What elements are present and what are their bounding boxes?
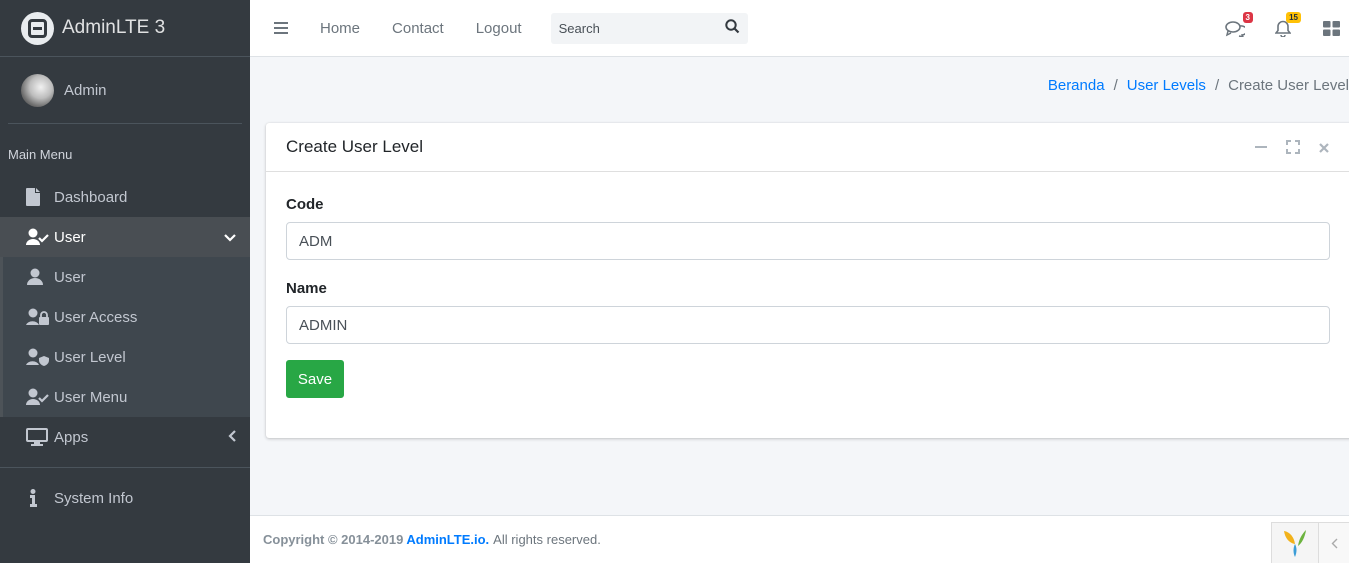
minimize-icon[interactable] <box>1254 140 1268 158</box>
expand-icon[interactable] <box>1286 140 1300 158</box>
navbar-right: 3 15 <box>1223 0 1349 57</box>
sidebar-item-user[interactable]: User <box>0 217 250 257</box>
sidebar-item-label: Apps <box>54 428 89 446</box>
adminlte-logo-icon <box>21 11 54 45</box>
search-icon[interactable] <box>724 18 740 38</box>
name-field[interactable]: ADMIN <box>286 306 1330 344</box>
create-user-level-card: Create User Level Code ADM Name ADMIN Sa… <box>266 123 1349 438</box>
yii-debug-icon[interactable] <box>1271 522 1319 563</box>
card-title: Create User Level <box>286 137 424 156</box>
footer-link[interactable]: AdminLTE.io. <box>406 532 489 547</box>
messages-badge: 3 <box>1242 11 1253 23</box>
chevron-left-icon[interactable] <box>1319 522 1349 563</box>
nav-link-contact[interactable]: Contact <box>392 20 444 37</box>
user-check-icon <box>26 387 50 407</box>
sidebar-item-label: User <box>54 228 86 246</box>
breadcrumb: Beranda / User Levels / Create User Leve… <box>1048 77 1349 94</box>
name-label: Name <box>286 280 327 297</box>
user-name[interactable]: Admin <box>64 82 107 99</box>
desktop-icon <box>26 427 50 447</box>
sidebar-item-system-info[interactable]: System Info <box>0 478 250 518</box>
breadcrumb-separator: / <box>1113 77 1118 94</box>
breadcrumb-item-user-levels[interactable]: User Levels <box>1127 77 1206 94</box>
breadcrumb-current: Create User Level <box>1228 77 1349 94</box>
code-field[interactable]: ADM <box>286 222 1330 260</box>
sidebar-item-label: Dashboard <box>54 188 128 206</box>
avatar <box>21 73 54 107</box>
user-panel[interactable]: Admin <box>8 57 242 124</box>
sidebar-subitem-user-menu[interactable]: User Menu <box>3 377 250 417</box>
chevron-left-icon <box>228 429 236 446</box>
file-icon <box>26 187 50 207</box>
bell-icon[interactable]: 15 <box>1271 11 1301 41</box>
hamburger-menu-icon[interactable] <box>274 22 288 34</box>
sidebar-item-label: System Info <box>54 489 134 507</box>
menu-header: Main Menu <box>8 147 73 162</box>
sidebar-subitem-user[interactable]: User <box>3 257 250 297</box>
sidebar-item-dashboard[interactable]: Dashboard <box>0 177 250 217</box>
chevron-down-icon <box>224 229 236 246</box>
sidebar-subitem-user-level[interactable]: User Level <box>3 337 250 377</box>
main-sidebar: AdminLTE 3 Admin Main Menu Dashboard Use… <box>0 0 250 563</box>
breadcrumb-item-beranda[interactable]: Beranda <box>1048 77 1105 94</box>
user-shield-icon <box>26 347 50 367</box>
top-navbar: Home Contact Logout 3 15 <box>250 0 1349 57</box>
sidebar-divider <box>0 467 250 468</box>
nav-link-logout[interactable]: Logout <box>476 20 522 37</box>
footer-rights: All rights reserved. <box>493 532 601 547</box>
main-footer: Copyright © 2014-2019 AdminLTE.io. All r… <box>250 515 1349 563</box>
card-body: Code ADM Name ADMIN Save <box>266 172 1349 418</box>
sidebar-item-label: User Access <box>54 308 138 326</box>
save-button[interactable]: Save <box>286 360 344 398</box>
breadcrumb-separator: / <box>1214 77 1220 94</box>
footer-copyright: Copyright © 2014-2019 <box>263 532 404 547</box>
sidebar-item-label: User Menu <box>54 388 128 406</box>
info-icon <box>26 488 50 508</box>
sidebar-item-apps[interactable]: Apps <box>0 417 250 457</box>
navbar-search <box>550 12 748 44</box>
nav-link-home[interactable]: Home <box>320 20 360 37</box>
user-submenu: User User Access User Level User Menu <box>0 257 250 417</box>
close-icon[interactable] <box>1318 141 1330 158</box>
sidebar-subitem-user-access[interactable]: User Access <box>3 297 250 337</box>
messages-icon[interactable]: 3 <box>1223 11 1253 41</box>
notifications-badge: 15 <box>1286 11 1301 23</box>
search-input[interactable] <box>558 20 709 36</box>
user-lock-icon <box>26 307 50 327</box>
brand-link[interactable]: AdminLTE 3 <box>0 0 250 57</box>
card-header: Create User Level <box>266 123 1349 172</box>
sidebar-item-label: User <box>54 268 86 286</box>
user-check-icon <box>26 227 50 247</box>
sidebar-item-label: User Level <box>54 348 126 366</box>
user-icon <box>26 267 50 287</box>
code-label: Code <box>286 196 324 213</box>
brand-text: AdminLTE 3 <box>62 17 166 38</box>
grid-icon[interactable] <box>1319 17 1343 41</box>
card-tools <box>1254 140 1330 158</box>
